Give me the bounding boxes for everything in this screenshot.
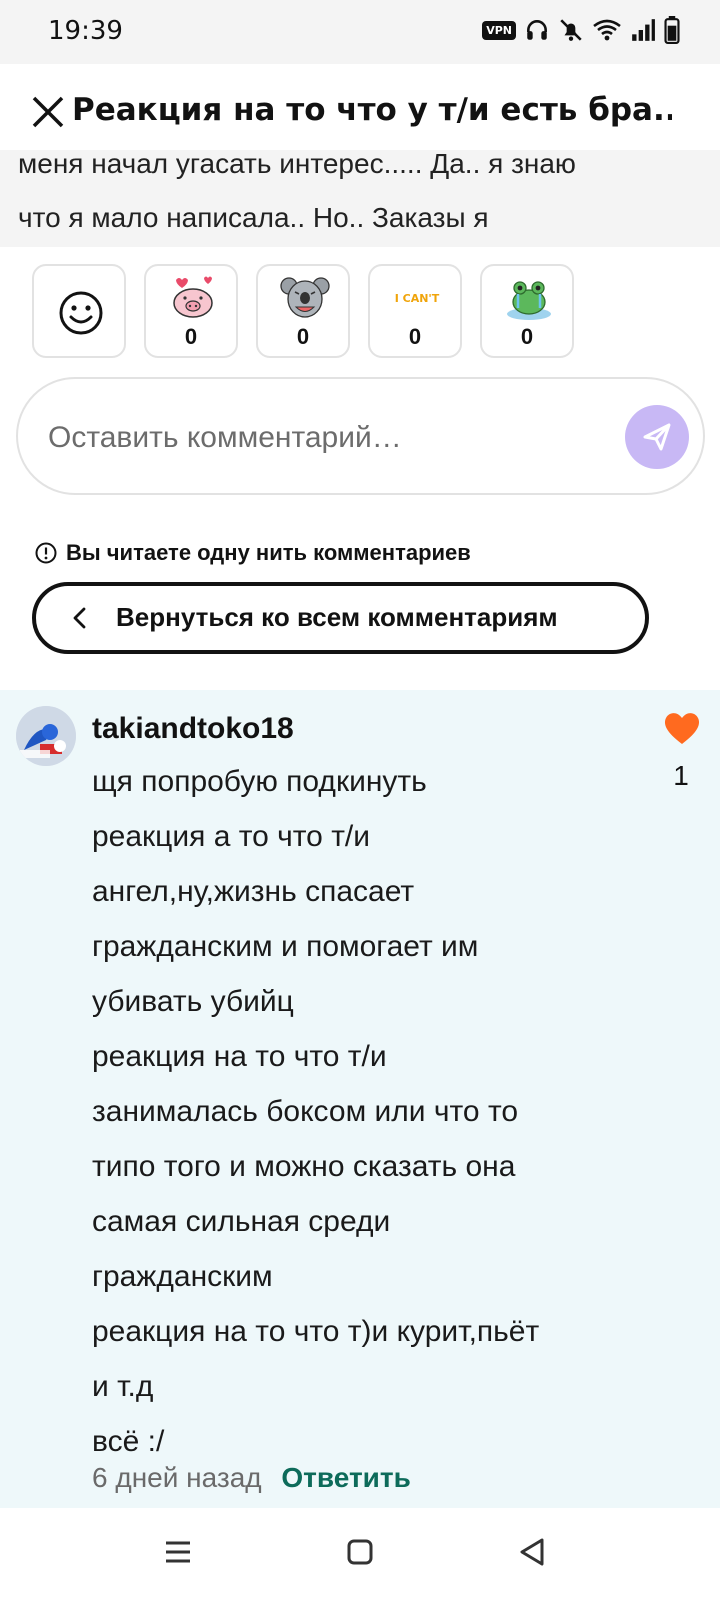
comment-line: реакция на то что т/и <box>92 1040 387 1073</box>
back-to-all-comments-button[interactable]: Вернуться ко всем комментариям <box>32 582 649 654</box>
like-count: 1 <box>673 760 689 791</box>
reaction-pig-button[interactable]: 0 <box>144 264 238 358</box>
reaction-i-cant-button[interactable]: I CAN'T 0 <box>368 264 462 358</box>
reaction-count: 0 <box>408 324 422 349</box>
story-line: что я мало написала.. Но.. Заказы я <box>18 202 489 233</box>
comment-line: ангел,ну,жизнь спасает <box>92 875 415 908</box>
reaction-frog-button[interactable]: 0 <box>480 264 574 358</box>
navigation-bar <box>0 1508 720 1600</box>
comment-line: гражданским и помогает им <box>92 930 479 963</box>
comment-input-placeholder: Оставить комментарий… <box>48 421 402 454</box>
reactions-bar: 0 0 I CAN'T 0 0 <box>32 264 574 358</box>
chevron-left-icon <box>73 607 86 629</box>
comment-line: типо того и можно сказать она <box>92 1150 516 1183</box>
comment-item: takiandtoko18 щя попробую подкинуть реак… <box>0 690 720 1508</box>
signal-icon <box>632 19 655 41</box>
comment-line: гражданским <box>92 1260 273 1293</box>
thread-notice: Вы читаете одну нить комментариев <box>34 540 471 566</box>
back-icon[interactable] <box>512 1532 552 1572</box>
comment-timestamp: 6 дней назад <box>92 1462 262 1493</box>
comment-line: реакция на то что т)и курит,пьёт <box>92 1315 540 1348</box>
reaction-count: 0 <box>296 324 310 349</box>
status-icons: VPN <box>482 16 680 44</box>
comment-line: убивать убийц <box>92 985 294 1018</box>
send-button[interactable] <box>625 405 689 469</box>
info-icon <box>35 542 57 564</box>
avatar-image <box>16 706 76 766</box>
story-line: меня начал угасать интерес..... Да.. я з… <box>18 150 576 179</box>
frog-crying-sticker-icon <box>507 281 551 320</box>
heart-icon[interactable] <box>662 710 702 746</box>
recent-apps-icon[interactable] <box>158 1532 198 1572</box>
emoji-picker-icon <box>59 291 103 335</box>
comment-line: всё :/ <box>92 1425 165 1458</box>
comment-line: занималась боксом или что то <box>92 1095 519 1128</box>
koala-laugh-sticker-icon <box>280 277 330 318</box>
story-text: меня начал угасать интерес..... Да.. я з… <box>18 150 708 245</box>
back-to-all-comments-label: Вернуться ко всем комментариям <box>116 602 558 632</box>
comment-input[interactable]: Оставить комментарий… <box>16 377 705 495</box>
comment-meta: 6 дней назад Ответить <box>92 1462 411 1494</box>
comment-line: щя попробую подкинуть <box>92 765 427 798</box>
pig-hearts-sticker-icon <box>173 276 213 318</box>
reaction-koala-button[interactable]: 0 <box>256 264 350 358</box>
wifi-icon <box>593 19 621 41</box>
reaction-count: 0 <box>184 324 198 349</box>
home-icon[interactable] <box>340 1532 380 1572</box>
vpn-icon: VPN <box>482 20 516 40</box>
avatar[interactable] <box>16 706 76 766</box>
thread-notice-text: Вы читаете одну нить комментариев <box>66 540 471 565</box>
status-time: 19:39 <box>48 16 123 46</box>
header: Реакция на то что у т/и есть бра... <box>0 64 720 158</box>
i-cant-sticker-text: I CAN'T <box>395 292 440 305</box>
comment-line: самая сильная среди <box>92 1205 391 1238</box>
status-bar: 19:39 VPN <box>0 0 720 64</box>
close-icon[interactable] <box>28 92 68 132</box>
comment-username[interactable]: takiandtoko18 <box>92 712 294 746</box>
page-title: Реакция на то что у т/и есть бра... <box>72 92 672 128</box>
send-icon <box>643 423 671 451</box>
comment-line: и т.д <box>92 1370 154 1403</box>
i-cant-sticker-icon: I CAN'T <box>395 292 440 305</box>
emoji-picker-button[interactable] <box>32 264 126 358</box>
battery-icon <box>664 16 680 44</box>
headphones-icon <box>527 20 547 40</box>
reply-button[interactable]: Ответить <box>281 1462 410 1493</box>
comment-body: щя попробую подкинуть реакция а то что т… <box>92 754 632 1469</box>
bell-off-icon <box>560 19 582 41</box>
reaction-count: 0 <box>520 324 534 349</box>
story-excerpt: меня начал угасать интерес..... Да.. я з… <box>0 150 720 247</box>
comment-line: реакция а то что т/и <box>92 820 371 853</box>
